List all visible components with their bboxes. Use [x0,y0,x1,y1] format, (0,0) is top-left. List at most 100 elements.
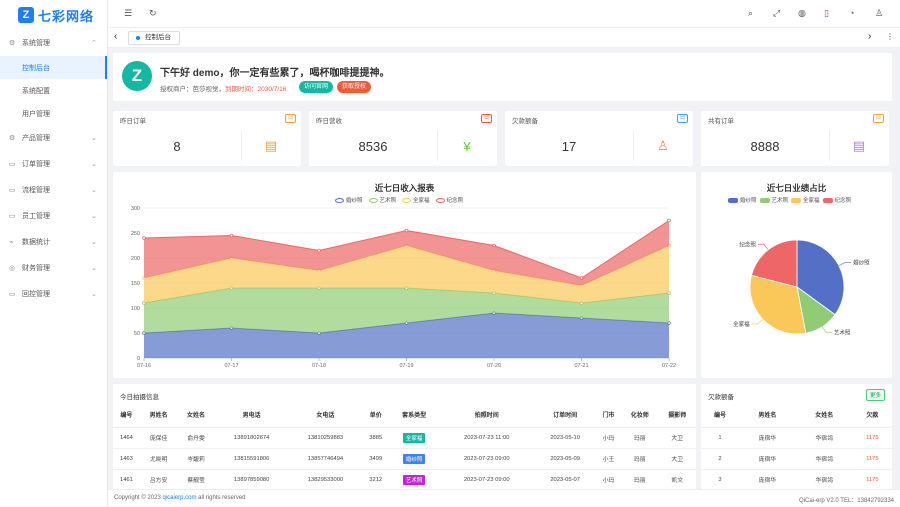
sidebar-group-2[interactable]: ▭ 订单管理 ⌄ [0,151,107,177]
tenant-name: 芭莎视觉， [192,86,226,93]
table-row[interactable]: 1464 庞保佳 俞丹雯 13891802674 13810259883 3885 全家福 2… [113,427,696,449]
top-bar: ☰ ↻ ⌕ ⤢ ◍ ▯ ◔ ♙ [108,0,900,28]
stat-value: 8888 [750,139,780,154]
sidebar-subitem-0-2[interactable]: 用户管理 [0,102,107,125]
sidebar-group-1[interactable]: ⚙ 产品管理 ⌄ [0,125,107,151]
visit-site-button[interactable]: 访问官网 [299,81,334,93]
tab-more-icon[interactable]: ⋮ [886,32,894,41]
chevron-icon: ⌄ [91,213,97,220]
data-point[interactable] [142,236,146,240]
table-cell: 凯文 [658,469,696,489]
today-shoot-table: 编号 男姓名 女姓名 男电话 女电话 单价 套系类型 拍照时间 订单时间 门市 化妆师 摄影师 1464… [113,402,696,489]
sidebar-subitem-0-0[interactable]: 控制后台 [0,56,107,79]
data-point[interactable] [492,243,496,248]
table-cell: 2 [701,448,739,470]
table-cell: 1 [701,427,739,449]
sidebar-group-6[interactable]: ◎ 财务管理 ⌄ [0,255,107,281]
data-point[interactable] [229,233,234,238]
sidebar-group-7[interactable]: ▭ 回控管理 ⌄ [0,281,107,307]
share-pie-chart: 婚纱照艺术照 全家福 纪念照 [733,239,870,337]
fullscreen-icon[interactable]: ⤢ [773,8,780,19]
dashboard-icon[interactable]: ◔ [849,8,854,18]
stat-card-2: 欠款额备 日 17 ♙ [505,111,693,166]
tab-dashboard[interactable]: 控制后台 [128,31,180,45]
data-point[interactable] [404,228,409,233]
pie-label-line [838,262,852,266]
today-shoot-title: 今日拍摄信息 [120,394,159,401]
site-link[interactable]: qicaierp.com [162,495,196,501]
table-cell: 2023-05-10 [534,427,596,449]
data-point[interactable] [579,276,584,280]
column-header: 摄影师 [658,402,696,428]
stat-badge: 日 [873,114,884,123]
x-tick-label: 07-16 [137,363,151,369]
stat-badge: 日 [677,114,688,123]
stat-card-0: 昨日订单 日 8 ▤ [113,111,301,166]
income-chart-card: 近七日收入报表 婚纱照 艺术照 全家福 纪念照 0 50 100 150 200 250 300 0… [113,172,696,378]
package-badge: 艺术照 [402,474,426,485]
stat-title: 昨日营收 [316,118,342,125]
stat-value: 17 [561,139,577,154]
tab-prev-icon[interactable]: ‹ [114,31,117,42]
column-header: 男姓名 [139,402,178,428]
x-tick-label: 07-18 [312,363,326,369]
sidebar-group-0[interactable]: ⚙ 系统管理 ⌃ [0,30,107,56]
table-cell: 1175 [852,448,892,470]
table-row[interactable]: 2 庞宿华 华宿鸰 1175 [701,448,892,470]
income-area-chart: 0 50 100 150 200 250 300 07-16 07-17 07-18 07-19 07… [131,206,676,369]
menu-toggle-icon[interactable]: ☰ [124,8,132,19]
table-cell: 华宿鸰 [795,469,853,489]
table-row[interactable]: 3 庞宿华 华宿鸰 1175 [701,469,892,489]
version-info: QiCai-erp V2.0 TEL：13842792334 [799,498,894,504]
language-icon[interactable]: ◍ [798,8,806,19]
sidebar-group-5[interactable]: ⌁ 数据统计 ⌄ [0,229,107,255]
app-logo[interactable]: Z 七彩网络 [0,0,107,30]
pie-label-line [757,244,769,251]
pie-label-line [821,326,832,333]
sidebar-group-4[interactable]: ▭ 员工管理 ⌄ [0,203,107,229]
pie-label: 全家福 [733,320,750,328]
column-header: 编号 [701,402,739,428]
table-cell: 大卫 [658,427,696,449]
more-button[interactable]: 更多 [865,389,885,401]
column-header: 男姓名 [738,402,796,428]
refresh-icon[interactable]: ↻ [149,8,157,19]
table-cell: 华宿鸰 [795,448,853,470]
y-tick-label: 300 [131,206,140,212]
table-cell: 全家福 [389,427,440,449]
x-tick-label: 07-21 [574,363,588,369]
mobile-icon[interactable]: ▯ [824,8,829,19]
sidebar-group-3[interactable]: ▭ 流程管理 ⌄ [0,177,107,203]
y-tick-label: 0 [137,356,140,362]
table-cell: 庞宿华 [738,427,796,449]
tab-next-icon[interactable]: › [868,31,871,42]
table-cell: 1463 [113,448,140,470]
pie-label: 婚纱照 [853,258,870,266]
chevron-icon: ⌄ [91,187,97,194]
footer: Copyright © 2023 qicaierp.com all rights… [108,489,900,507]
table-cell: 2023-05-09 [534,448,596,470]
y-tick-label: 100 [131,306,140,312]
pie-label: 艺术照 [834,329,851,337]
user-icon[interactable]: ♙ [875,8,883,19]
data-point[interactable] [667,218,671,223]
table-cell: 1175 [852,469,892,489]
search-icon[interactable]: ⌕ [748,8,753,19]
get-license-button[interactable]: 获取授权 [337,81,372,93]
stat-icon: ▤ [264,138,278,153]
column-header: 化妆师 [620,402,659,428]
table-row[interactable]: 1461 吕方安 蔡靓莹 13897859080 13829533000 3212 艺术照 2… [113,469,696,489]
stat-title: 共有订单 [708,118,734,125]
table-row[interactable]: 1 庞宿华 华宿鸰 1175 [701,427,892,449]
menu-icon: ⚙ [9,135,16,142]
sidebar: Z 七彩网络 ⚙ 系统管理 ⌃ 控制后台 系统配置 用户管理 ⚙ 产品管理 ⌄ ▭ 订单管理 ⌄ ▭ 流程… [0,0,108,507]
data-point[interactable] [317,248,321,253]
menu-icon: ⚙ [9,40,16,47]
chevron-icon: ⌄ [91,265,97,272]
sidebar-subitem-0-1[interactable]: 系统配置 [0,79,107,102]
tenant-label: 授权商户： [160,86,193,93]
table-cell: 华宿鸰 [795,427,853,449]
table-cell: 俞丹雯 [177,427,215,449]
stat-value: 8 [173,139,181,154]
table-row[interactable]: 1463 尤晓明 岑馥莉 13815591806 13857746494 3499 婚纱照 2… [113,448,696,470]
